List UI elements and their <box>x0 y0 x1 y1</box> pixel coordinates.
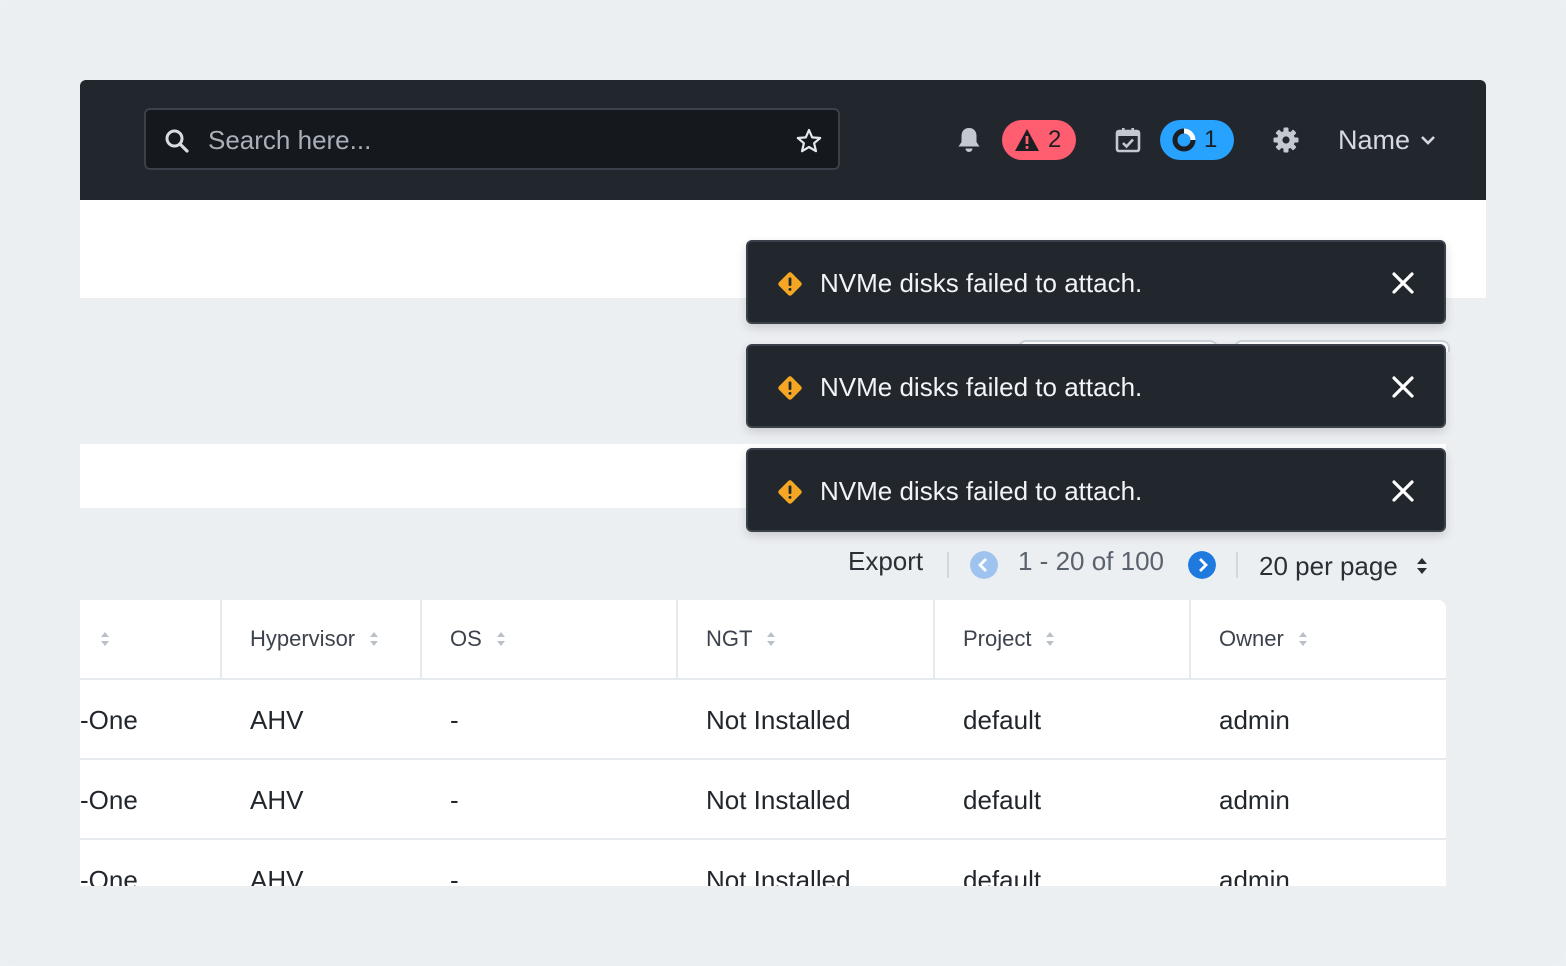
table-row[interactable]: -One AHV - Not Installed default admin <box>80 840 1446 886</box>
per-page-label: 20 per page <box>1259 550 1398 581</box>
column-label: NGT <box>706 626 753 651</box>
warning-icon <box>778 480 802 504</box>
gear-icon[interactable] <box>1272 126 1300 154</box>
column-label: Owner <box>1219 626 1284 651</box>
bell-icon[interactable] <box>956 126 982 154</box>
search-input[interactable] <box>206 120 770 160</box>
app-frame: 2 1 Name <box>0 0 1566 966</box>
column-header-ngt[interactable]: NGT <box>676 600 934 678</box>
close-icon[interactable] <box>1390 270 1416 296</box>
cell-project: default <box>963 865 1042 886</box>
table-row[interactable]: -One AHV - Not Installed default admin <box>80 680 1446 760</box>
cell-owner: admin <box>1219 785 1290 815</box>
cell-ngt: Not Installed <box>706 705 851 735</box>
divider <box>947 552 949 578</box>
column-label: Project <box>963 626 1032 651</box>
sort-icon <box>767 632 776 646</box>
cell-os: - <box>450 705 459 735</box>
column-header-name[interactable] <box>80 600 220 678</box>
tasks-calendar-icon[interactable] <box>1114 126 1142 154</box>
toast-message: NVMe disks failed to attach. <box>820 476 1143 506</box>
alerts-badge[interactable]: 2 <box>1002 120 1076 160</box>
cell-owner: admin <box>1219 865 1290 886</box>
sort-icon <box>1298 632 1307 646</box>
toast-notification: NVMe disks failed to attach. <box>746 344 1446 428</box>
cell-ngt: Not Installed <box>706 785 851 815</box>
toast-notification: NVMe disks failed to attach. <box>746 448 1446 532</box>
table-row[interactable]: -One AHV - Not Installed default admin <box>80 760 1446 840</box>
cell-os: - <box>450 865 459 886</box>
cell-ngt: Not Installed <box>706 865 851 886</box>
tasks-badge[interactable]: 1 <box>1160 120 1234 160</box>
chevron-down-icon <box>1421 136 1435 145</box>
column-header-hypervisor[interactable]: Hypervisor <box>220 600 421 678</box>
sort-icon <box>370 632 379 646</box>
export-button[interactable]: Export <box>848 546 923 586</box>
cell-owner: admin <box>1219 705 1290 735</box>
per-page-select[interactable]: 20 per page <box>1259 546 1428 586</box>
user-menu[interactable]: Name <box>1338 120 1436 160</box>
search-icon <box>165 129 189 153</box>
column-label: Hypervisor <box>250 626 356 651</box>
cell-name: -One <box>80 785 138 815</box>
cell-hypervisor: AHV <box>250 865 304 886</box>
page-range: 1 - 20 of 100 <box>1018 546 1164 576</box>
alert-triangle-icon <box>1015 129 1039 151</box>
column-header-os[interactable]: OS <box>420 600 677 678</box>
column-header-project[interactable]: Project <box>933 600 1190 678</box>
close-icon[interactable] <box>1390 374 1416 400</box>
tasks-count: 1 <box>1204 126 1218 153</box>
previous-page-button[interactable] <box>970 551 998 579</box>
cell-project: default <box>963 785 1042 815</box>
warning-icon <box>778 376 802 400</box>
next-page-button[interactable] <box>1188 551 1216 579</box>
cell-os: - <box>450 785 459 815</box>
toast-notification: NVMe disks failed to attach. <box>746 240 1446 324</box>
progress-ring-icon <box>1172 128 1196 152</box>
alerts-count: 2 <box>1048 126 1062 153</box>
vm-table: Hypervisor OS NGT Project Owner -One AHV… <box>80 600 1446 886</box>
divider <box>1236 552 1238 578</box>
sort-icon <box>496 632 505 646</box>
sort-icon <box>1046 632 1055 646</box>
cell-project: default <box>963 705 1042 735</box>
close-icon[interactable] <box>1390 478 1416 504</box>
warning-icon <box>778 272 802 296</box>
sort-icon <box>101 632 109 646</box>
search-box[interactable] <box>144 108 840 170</box>
toast-message: NVMe disks failed to attach. <box>820 372 1143 402</box>
top-navigation-bar: 2 1 Name <box>80 80 1486 200</box>
table-header: Hypervisor OS NGT Project Owner <box>80 600 1446 680</box>
toast-message: NVMe disks failed to attach. <box>820 268 1143 298</box>
cell-hypervisor: AHV <box>250 705 304 735</box>
cell-name: -One <box>80 705 138 735</box>
column-header-owner[interactable]: Owner <box>1189 600 1446 678</box>
cell-name: -One <box>80 865 138 886</box>
column-label: OS <box>450 626 482 651</box>
sort-updown-icon <box>1416 558 1427 574</box>
cell-hypervisor: AHV <box>250 785 304 815</box>
star-icon[interactable] <box>796 128 822 154</box>
user-name: Name <box>1338 124 1411 155</box>
